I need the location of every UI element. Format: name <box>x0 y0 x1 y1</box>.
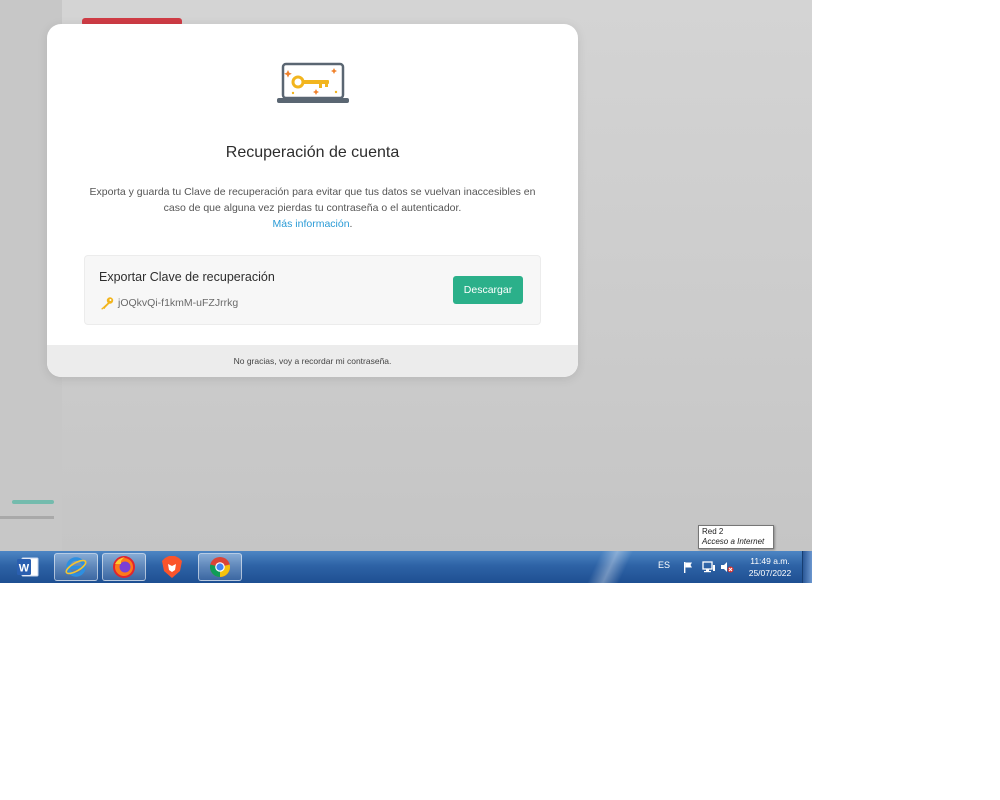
word-icon: W <box>17 557 39 577</box>
background-divider <box>0 516 54 519</box>
dialog-title: Recuperación de cuenta <box>225 144 400 161</box>
account-recovery-dialog: Recuperación de cuenta Exporta y guarda … <box>47 24 578 377</box>
show-desktop-button[interactable] <box>802 551 812 583</box>
more-info-suffix: . <box>349 218 353 230</box>
taskbar: W ES 11:49 a.m. 25/07/2022 <box>0 551 812 583</box>
background-link <box>12 500 54 504</box>
dialog-description: Exporta y guarda tu Clave de recuperació… <box>85 184 540 232</box>
taskbar-word-button[interactable]: W <box>6 553 50 581</box>
key-icon <box>101 297 114 310</box>
action-center-flag-icon[interactable] <box>682 560 696 574</box>
taskbar-brave-button[interactable] <box>150 553 194 581</box>
laptop-key-icon <box>277 62 349 103</box>
export-recovery-key-card: Exportar Clave de recuperación jOQkvQi-f… <box>84 255 541 325</box>
network-icon[interactable] <box>702 560 716 574</box>
skip-recovery-link[interactable]: No gracias, voy a recordar mi contraseña… <box>47 345 578 377</box>
export-card-title: Exportar Clave de recuperación <box>99 270 275 284</box>
download-button[interactable]: Descargar <box>453 276 523 304</box>
language-indicator[interactable]: ES <box>658 560 670 570</box>
taskbar-highlight <box>560 551 650 583</box>
firefox-icon <box>113 556 135 578</box>
desktop-screen: Recuperación de cuenta Exporta y guarda … <box>0 0 812 583</box>
description-text: Exporta y guarda tu Clave de recuperació… <box>89 186 536 214</box>
taskbar-chrome-button[interactable] <box>198 553 242 581</box>
recovery-key-value: jOQkvQi-f1kmM-uFZJrrkg <box>118 297 239 309</box>
tooltip-network-status: Acceso a Internet <box>702 537 765 546</box>
tooltip-network-name: Red 2 <box>702 527 724 536</box>
clock-date: 25/07/2022 <box>748 568 792 578</box>
chrome-icon <box>209 557 231 577</box>
brave-icon <box>162 556 182 578</box>
taskbar-ie-button[interactable] <box>54 553 98 581</box>
system-tray: ES 11:49 a.m. 25/07/2022 <box>650 551 812 583</box>
internet-explorer-icon <box>65 557 87 577</box>
volume-muted-icon[interactable] <box>720 560 734 574</box>
network-tooltip: Red 2 Acceso a Internet <box>698 525 774 549</box>
more-info-link[interactable]: Más información <box>273 216 350 232</box>
clock-time: 11:49 a.m. <box>750 556 790 566</box>
taskbar-firefox-button[interactable] <box>102 553 146 581</box>
taskbar-clock[interactable]: 11:49 a.m. 25/07/2022 <box>740 555 800 579</box>
recovery-key-row: jOQkvQi-f1kmM-uFZJrrkg <box>99 296 238 310</box>
svg-text:W: W <box>19 563 30 575</box>
